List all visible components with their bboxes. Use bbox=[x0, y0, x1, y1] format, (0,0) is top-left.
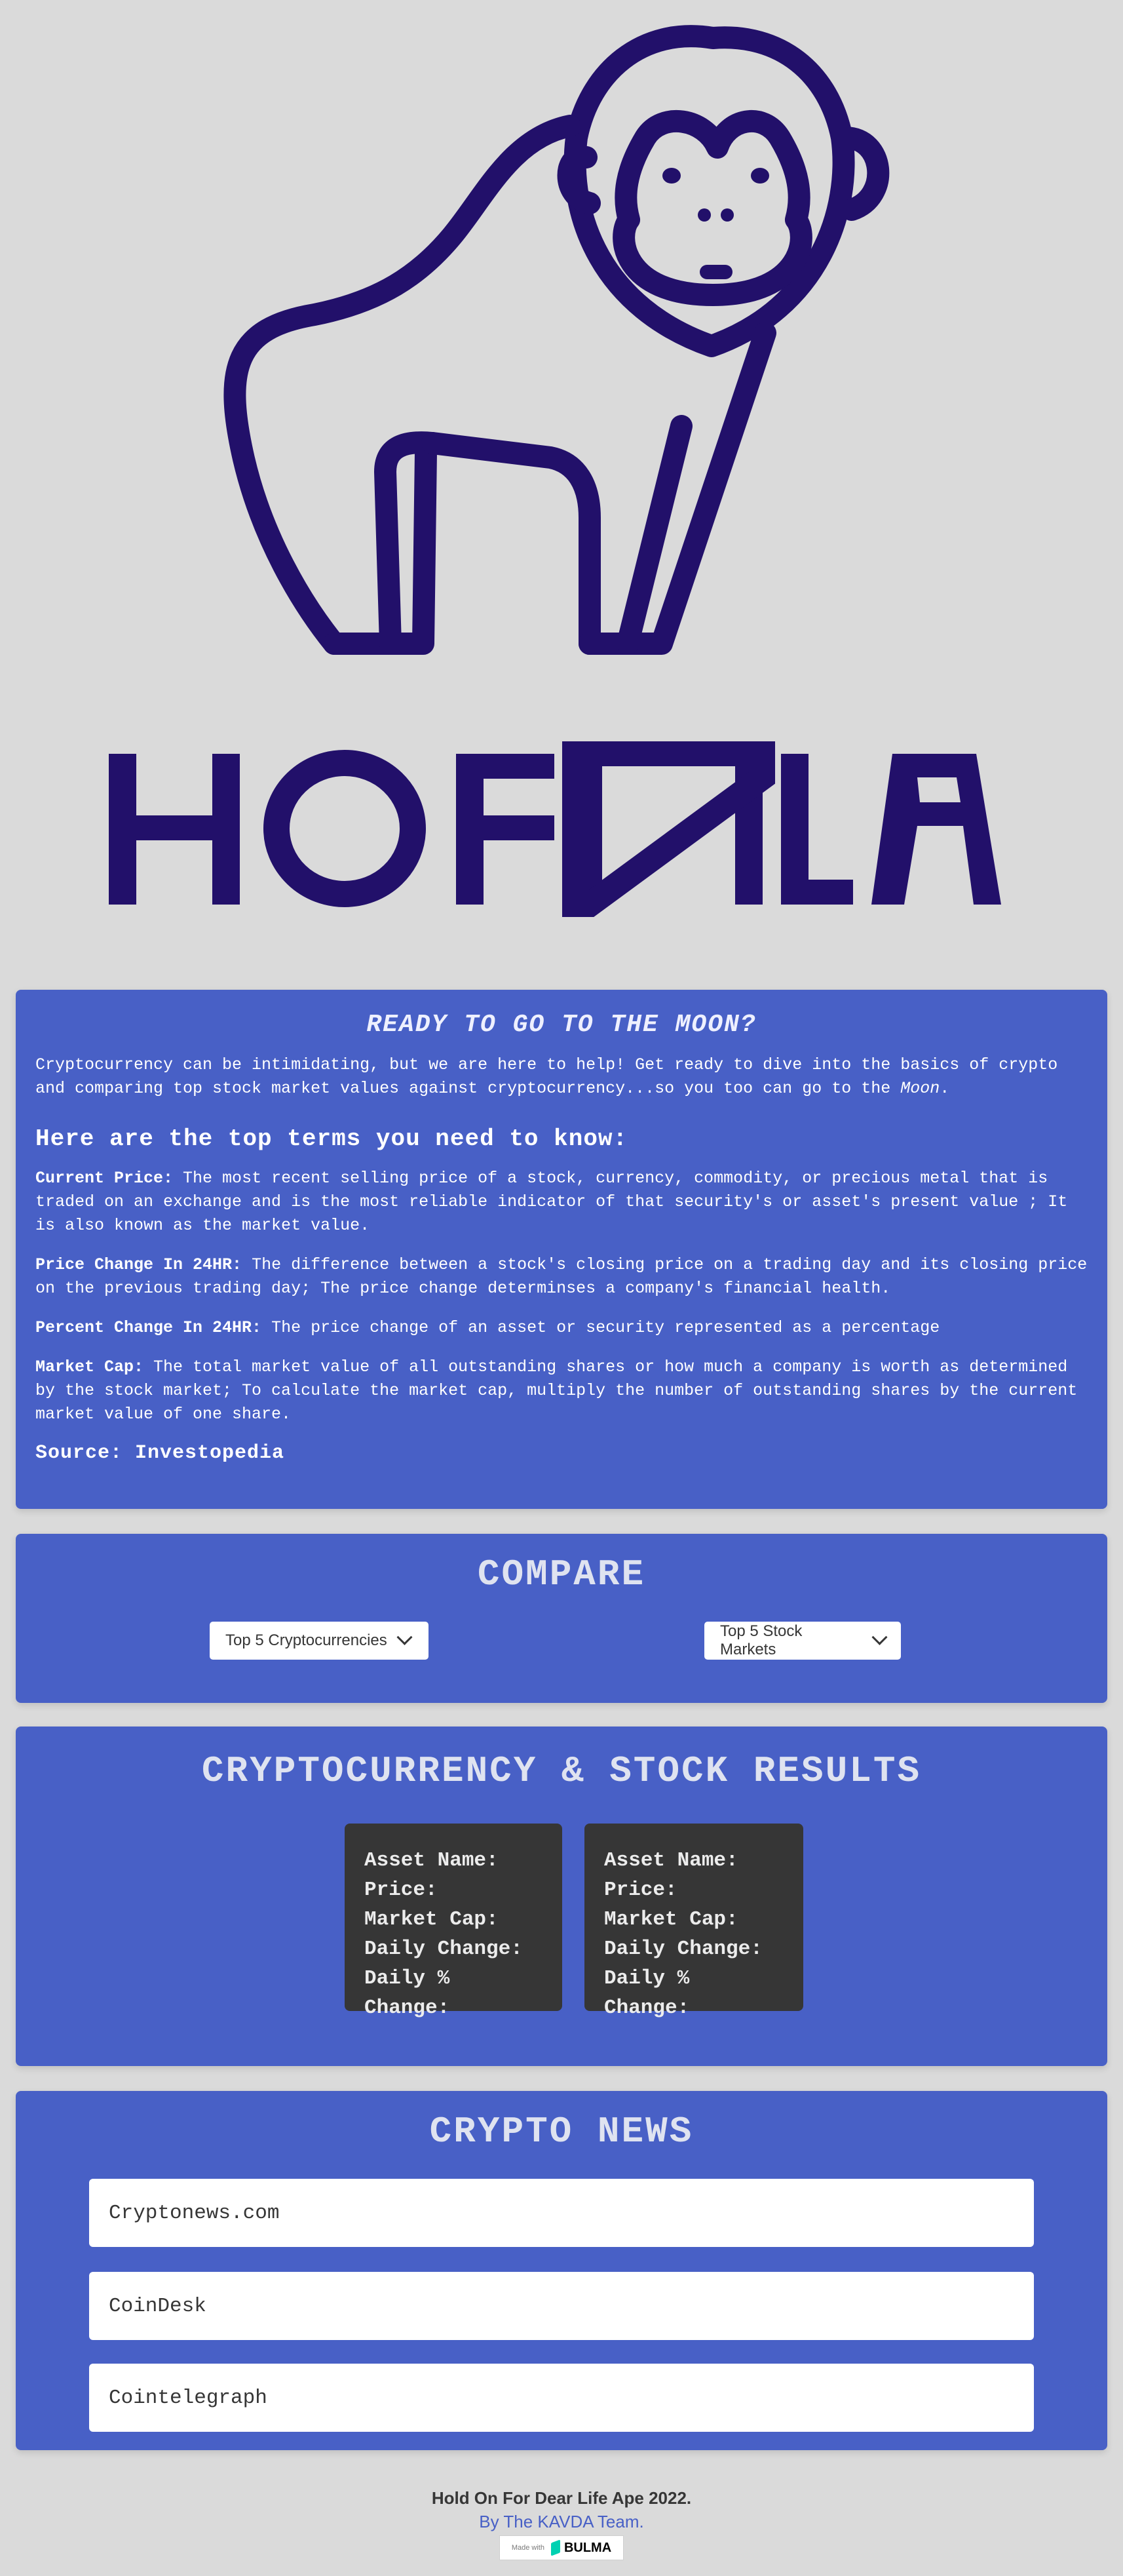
compare-title: COMPARE bbox=[477, 1553, 646, 1595]
asset-name-label: Asset Name: bbox=[364, 1849, 499, 1872]
badge-made-with: Made with bbox=[511, 2544, 544, 2552]
stock-result-card: Asset Name: Price: Market Cap: Daily Cha… bbox=[584, 1824, 803, 2020]
term-definition: The most recent selling price of a stock… bbox=[35, 1169, 1068, 1235]
terms-heading: Here are the top terms you need to know: bbox=[35, 1125, 628, 1152]
intro-paragraph-emphasis: Moon bbox=[900, 1079, 940, 1098]
market-cap-label: Market Cap: bbox=[604, 1908, 738, 1931]
news-link-coindesk[interactable]: CoinDesk bbox=[89, 2272, 1034, 2340]
compare-panel: COMPARE Top 5 Cryptocurrencies Top 5 Sto… bbox=[16, 1534, 1107, 1703]
daily-pct-change-label: Daily % Change: bbox=[364, 1967, 450, 2020]
term-definition: The price change of an asset or security… bbox=[261, 1318, 940, 1337]
daily-change-label: Daily Change: bbox=[364, 1938, 523, 1961]
term-item: Market Cap: The total market value of al… bbox=[35, 1356, 1088, 1426]
news-panel: CRYPTO NEWS Cryptonews.com CoinDesk Coin… bbox=[16, 2091, 1107, 2450]
news-link-cryptonews[interactable]: Cryptonews.com bbox=[89, 2179, 1034, 2247]
term-item: Current Price: The most recent selling p… bbox=[35, 1167, 1088, 1238]
intro-paragraph: Cryptocurrency can be intimidating, but … bbox=[35, 1053, 1088, 1101]
term-definition: The total market value of all outstandin… bbox=[35, 1357, 1078, 1424]
stock-select[interactable]: Top 5 Stock Markets bbox=[704, 1622, 901, 1660]
intro-title: READY TO GO TO THE MOON? bbox=[366, 1011, 757, 1039]
intro-paragraph-end: . bbox=[940, 1079, 950, 1098]
asset-name-label: Asset Name: bbox=[604, 1849, 738, 1872]
news-title: CRYPTO NEWS bbox=[429, 2111, 694, 2153]
crypto-select-value: Top 5 Cryptocurrencies bbox=[225, 1631, 387, 1649]
results-title: CRYPTOCURRENCY & STOCK RESULTS bbox=[201, 1750, 922, 1792]
made-with-bulma-badge[interactable]: Made with BULMA bbox=[499, 2535, 624, 2560]
term-label: Percent Change In 24HR: bbox=[35, 1318, 262, 1337]
footer-team-link[interactable]: By The KAVDA Team. bbox=[0, 2512, 1123, 2532]
news-link-cointelegraph[interactable]: Cointelegraph bbox=[89, 2364, 1034, 2432]
chevron-down-icon bbox=[871, 1629, 888, 1645]
intro-panel: READY TO GO TO THE MOON? Cryptocurrency … bbox=[16, 990, 1107, 1509]
term-label: Market Cap: bbox=[35, 1357, 144, 1376]
term-item: Percent Change In 24HR: The price change… bbox=[35, 1316, 1088, 1340]
daily-change-label: Daily Change: bbox=[604, 1938, 763, 1961]
price-label: Price: bbox=[364, 1879, 438, 1902]
term-item: Price Change In 24HR: The difference bet… bbox=[35, 1253, 1088, 1300]
stock-select-value: Top 5 Stock Markets bbox=[720, 1622, 803, 1658]
daily-pct-change-label: Daily % Change: bbox=[604, 1967, 690, 2020]
badge-name: BULMA bbox=[563, 2540, 612, 2555]
crypto-select[interactable]: Top 5 Cryptocurrencies bbox=[210, 1622, 428, 1660]
results-panel: CRYPTOCURRENCY & STOCK RESULTS Asset Nam… bbox=[16, 1727, 1107, 2066]
footer-tagline: Hold On For Dear Life Ape 2022. bbox=[431, 2488, 692, 2508]
bulma-logo-icon bbox=[550, 2539, 560, 2556]
market-cap-label: Market Cap: bbox=[364, 1908, 499, 1931]
source-credit: Source: Investopedia bbox=[35, 1442, 285, 1464]
term-label: Price Change In 24HR: bbox=[35, 1255, 242, 1274]
hofdla-wordmark bbox=[109, 741, 1001, 917]
crypto-result-card: Asset Name: Price: Market Cap: Daily Cha… bbox=[345, 1824, 562, 2020]
price-label: Price: bbox=[604, 1879, 677, 1902]
chevron-down-icon bbox=[396, 1629, 413, 1645]
term-label: Current Price: bbox=[35, 1169, 174, 1188]
site-logo bbox=[0, 0, 1123, 964]
